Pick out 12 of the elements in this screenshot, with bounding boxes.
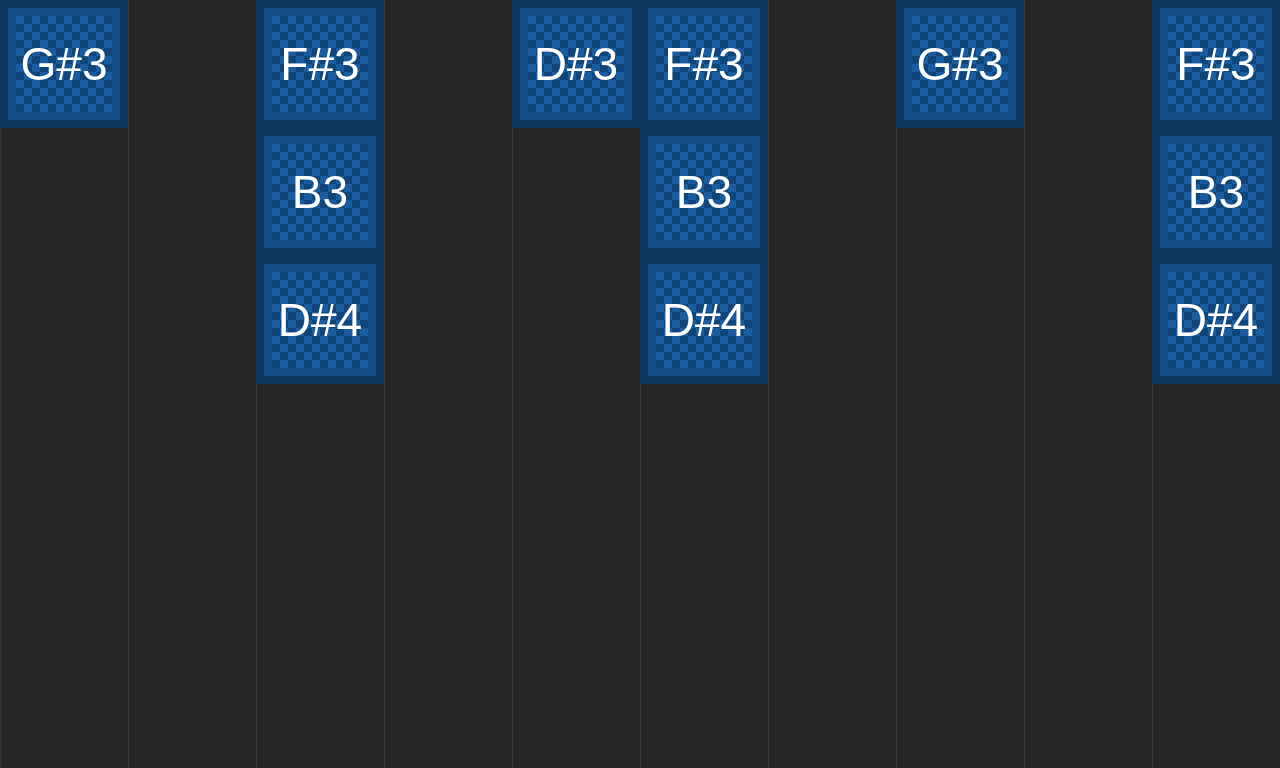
note-tile[interactable]: F#3 <box>1160 8 1272 120</box>
note-tile[interactable]: D#3 <box>520 8 632 120</box>
note-tile[interactable]: B3 <box>648 136 760 248</box>
note-tile[interactable]: G#3 <box>904 8 1016 120</box>
note-tile[interactable]: B3 <box>264 136 376 248</box>
note-tile[interactable]: B3 <box>1160 136 1272 248</box>
note-tile[interactable]: G#3 <box>8 8 120 120</box>
note-tile[interactable]: D#4 <box>648 264 760 376</box>
note-tile[interactable]: D#4 <box>264 264 376 376</box>
note-tile[interactable]: D#4 <box>1160 264 1272 376</box>
note-tile[interactable]: F#3 <box>264 8 376 120</box>
note-tile[interactable]: F#3 <box>648 8 760 120</box>
